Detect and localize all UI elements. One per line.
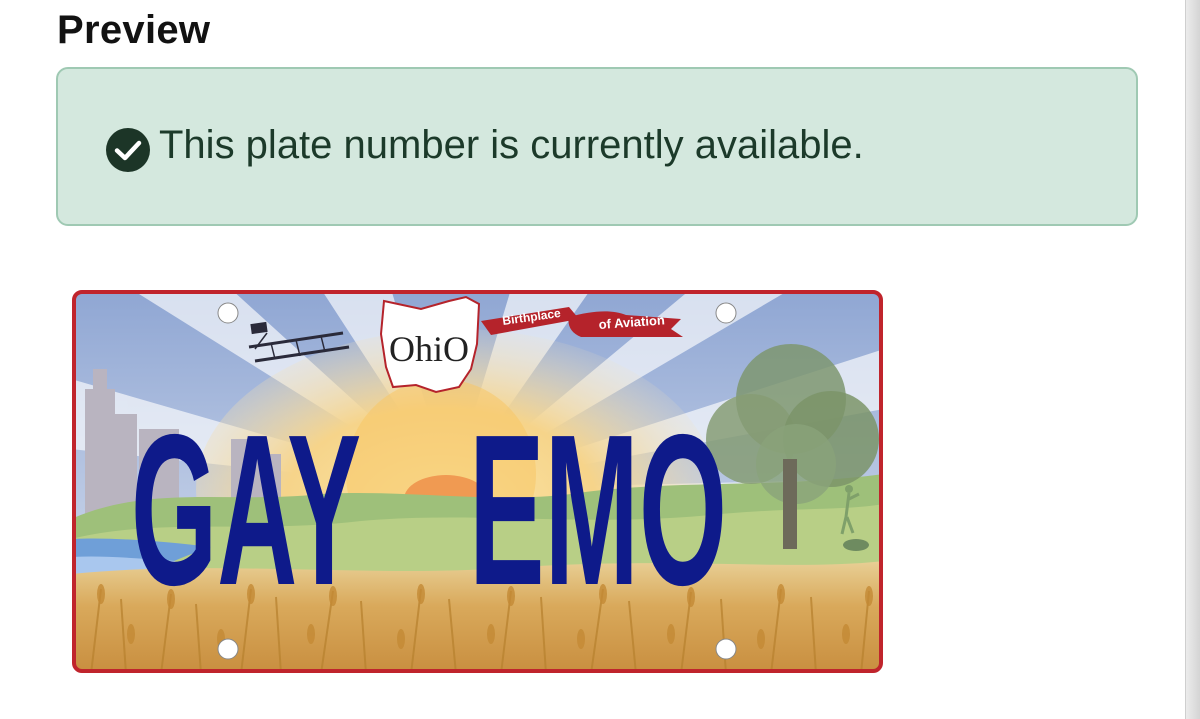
scrollbar-edge[interactable] xyxy=(1185,0,1200,719)
preview-heading: Preview xyxy=(57,8,211,52)
check-circle-icon xyxy=(106,128,150,172)
plate-state-name: OhiO xyxy=(389,329,469,369)
mount-hole xyxy=(715,302,737,324)
mount-hole xyxy=(715,638,737,660)
availability-message: This plate number is currently available… xyxy=(159,123,864,167)
plate-number-part1: GAY xyxy=(131,389,361,630)
mount-hole xyxy=(217,638,239,660)
license-plate-preview: OhiO Birthplace of Aviation GAY EMO xyxy=(72,290,883,673)
mount-hole xyxy=(217,302,239,324)
plate-number-part2: EMO xyxy=(469,389,727,630)
availability-alert: This plate number is currently available… xyxy=(56,67,1138,226)
